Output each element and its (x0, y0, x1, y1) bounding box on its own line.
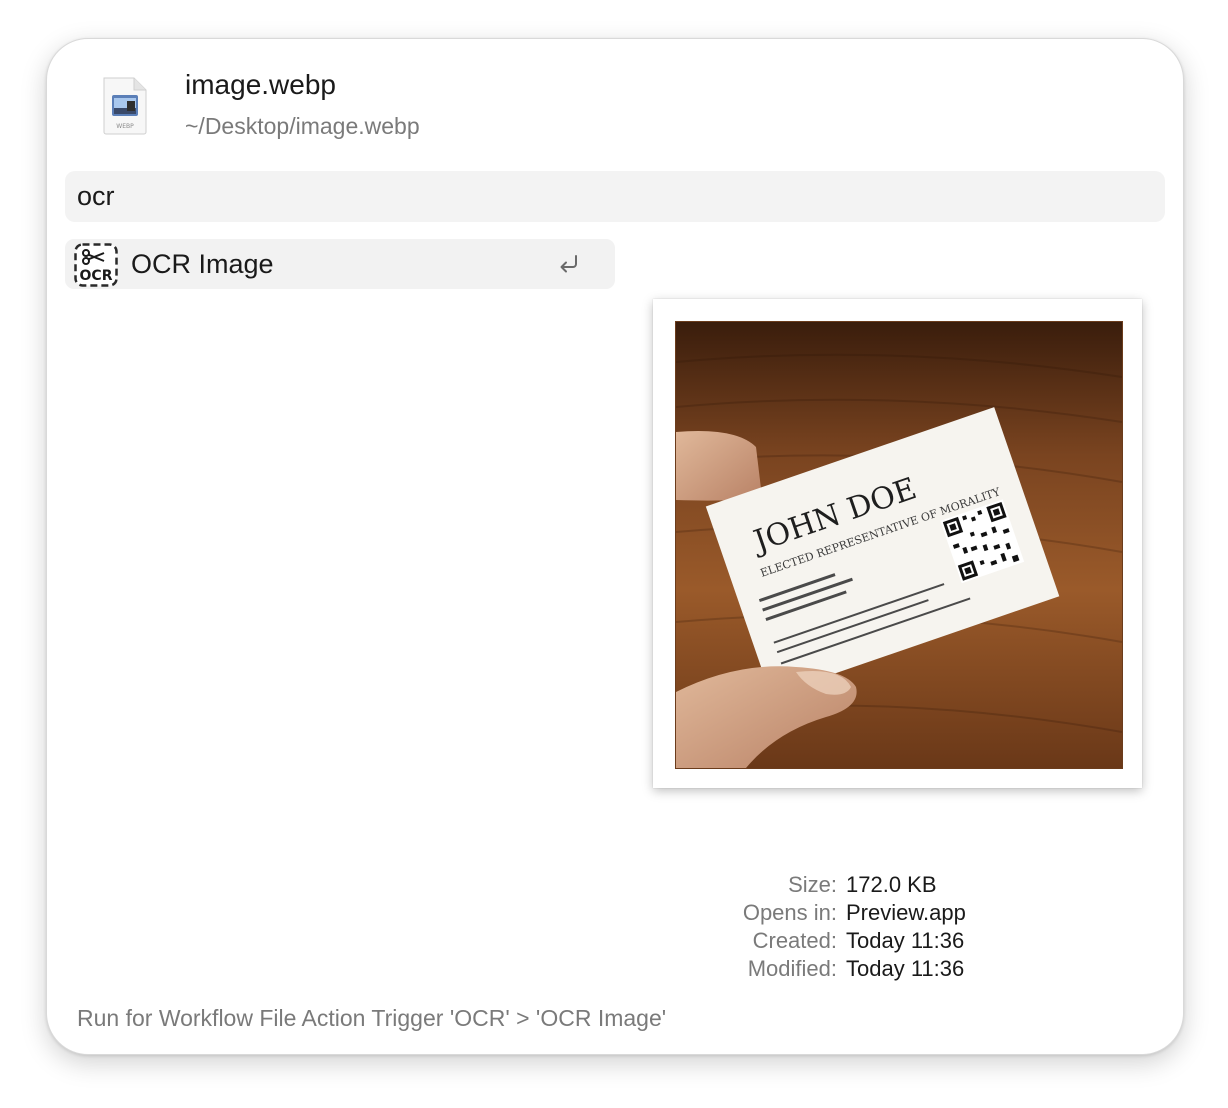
svg-text:OCR: OCR (80, 268, 113, 284)
meta-opens-label: Opens in: (742, 900, 837, 925)
meta-created-value: Today 11:36 (846, 928, 965, 953)
webp-file-icon: WEBP (101, 77, 149, 135)
return-key-icon (557, 253, 581, 275)
image-preview: JOHN DOE ELECTED REPRESENTATIVE OF MORAL… (653, 299, 1142, 788)
search-field[interactable] (65, 171, 1165, 222)
action-hint-footer: Run for Workflow File Action Trigger 'OC… (77, 1005, 667, 1031)
meta-created-row: Created: Today 11:36 (47, 927, 1183, 955)
meta-opens-row: Opens in: Preview.app (47, 899, 1183, 927)
meta-modified-value: Today 11:36 (846, 956, 965, 981)
file-name: image.webp (185, 69, 336, 100)
meta-size-row: Size: 172.0 KB (47, 871, 1183, 899)
business-card-photo: JOHN DOE ELECTED REPRESENTATIVE OF MORAL… (675, 321, 1123, 769)
meta-size-value: 172.0 KB (846, 872, 937, 897)
file-path: ~/Desktop/image.webp (185, 113, 420, 139)
search-input[interactable] (77, 171, 1147, 222)
meta-modified-row: Modified: Today 11:36 (47, 955, 1183, 983)
meta-created-label: Created: (752, 928, 837, 953)
meta-size-label: Size: (788, 872, 837, 897)
meta-modified-label: Modified: (747, 956, 837, 981)
meta-opens-value: Preview.app (846, 900, 966, 925)
result-label: OCR Image (131, 249, 274, 279)
svg-text:WEBP: WEBP (116, 123, 134, 130)
result-ocr-image[interactable]: OCR OCR Image (65, 239, 615, 289)
ocr-scissors-icon: OCR (73, 242, 119, 288)
alfred-window: WEBP image.webp ~/Desktop/image.webp OCR… (46, 38, 1184, 1055)
